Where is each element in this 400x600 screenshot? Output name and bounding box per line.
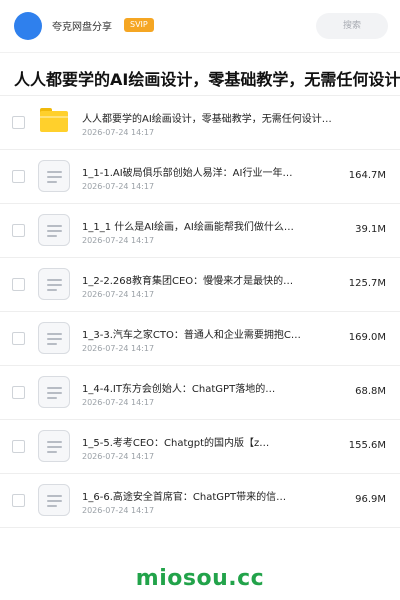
row-checkbox[interactable] (12, 494, 25, 507)
document-icon (38, 376, 70, 408)
item-date: 2026-07-24 14:17 (82, 452, 155, 461)
document-icon (38, 322, 70, 354)
item-size: 155.6M (348, 440, 386, 451)
list-item[interactable]: 人人都要学的AI绘画设计，零基础教学，无需任何设计… 2026-07-24 14… (0, 96, 400, 150)
item-name: 1_1-1.AI破局俱乐部创始人易洋：AI行业一年… (82, 168, 293, 179)
brand-name: 夸克网盘分享 (52, 22, 112, 33)
item-date: 2026-07-24 14:17 (82, 290, 155, 299)
list-item[interactable]: 1_4-4.IT东方会创始人：ChatGPT落地的… 2026-07-24 14… (0, 366, 400, 420)
item-date: 2026-07-24 14:17 (82, 506, 155, 515)
item-date: 2026-07-24 14:17 (82, 398, 155, 407)
item-name: 1_4-4.IT东方会创始人：ChatGPT落地的… (82, 384, 276, 395)
item-size: 68.8M (355, 386, 386, 397)
row-checkbox[interactable] (12, 170, 25, 183)
document-icon (38, 430, 70, 462)
page-title: 人人都要学的AI绘画设计，零基础教学，无需任何设计背景 (14, 70, 400, 89)
row-checkbox[interactable] (12, 116, 25, 129)
item-name: 1_2-2.268教育集团CEO：慢慢来才是最快的… (82, 276, 294, 287)
item-name: 人人都要学的AI绘画设计，零基础教学，无需任何设计… (82, 114, 332, 125)
item-size: 96.9M (355, 494, 386, 505)
document-icon (38, 484, 70, 516)
list-item[interactable]: 1_3-3.汽车之家CTO：普通人和企业需要拥抱C… 2026-07-24 14… (0, 312, 400, 366)
item-name: 1_6-6.高途安全首席官：ChatGPT带来的信… (82, 492, 287, 503)
document-icon (38, 214, 70, 246)
search-input[interactable]: 搜索 (316, 13, 388, 39)
document-icon (38, 160, 70, 192)
item-date: 2026-07-24 14:17 (82, 128, 155, 137)
list-item[interactable]: 1_1-1.AI破局俱乐部创始人易洋：AI行业一年… 2026-07-24 14… (0, 150, 400, 204)
row-checkbox[interactable] (12, 224, 25, 237)
app-header: 夸克网盘分享 SVIP 搜索 (0, 0, 400, 52)
folder-icon (40, 108, 68, 132)
list-item[interactable]: 1_1_1 什么是AI绘画，AI绘画能帮我们做什么… 2026-07-24 14… (0, 204, 400, 258)
user-avatar[interactable] (14, 12, 42, 40)
watermark-text: miosou.cc (135, 566, 265, 591)
item-name: 1_1_1 什么是AI绘画，AI绘画能帮我们做什么… (82, 222, 294, 233)
row-checkbox[interactable] (12, 386, 25, 399)
document-icon (38, 268, 70, 300)
item-size: 39.1M (355, 224, 386, 235)
item-date: 2026-07-24 14:17 (82, 182, 155, 191)
row-checkbox[interactable] (12, 278, 25, 291)
item-date: 2026-07-24 14:17 (82, 344, 155, 353)
row-checkbox[interactable] (12, 332, 25, 345)
title-bar: 人人都要学的AI绘画设计，零基础教学，无需任何设计背景 (0, 52, 400, 96)
file-list: 人人都要学的AI绘画设计，零基础教学，无需任何设计… 2026-07-24 14… (0, 96, 400, 528)
list-item[interactable]: 1_5-5.考考CEO：Chatgpt的国内版【z… 2026-07-24 14… (0, 420, 400, 474)
item-date: 2026-07-24 14:17 (82, 236, 155, 245)
item-size: 169.0M (348, 332, 386, 343)
item-name: 1_3-3.汽车之家CTO：普通人和企业需要拥抱C… (82, 330, 301, 341)
item-size: 125.7M (348, 278, 386, 289)
row-checkbox[interactable] (12, 440, 25, 453)
list-item[interactable]: 1_2-2.268教育集团CEO：慢慢来才是最快的… 2026-07-24 14… (0, 258, 400, 312)
svip-badge: SVIP (124, 18, 154, 32)
list-item[interactable]: 1_6-6.高途安全首席官：ChatGPT带来的信… 2026-07-24 14… (0, 474, 400, 528)
item-name: 1_5-5.考考CEO：Chatgpt的国内版【z… (82, 438, 270, 449)
item-size: 164.7M (348, 170, 386, 181)
